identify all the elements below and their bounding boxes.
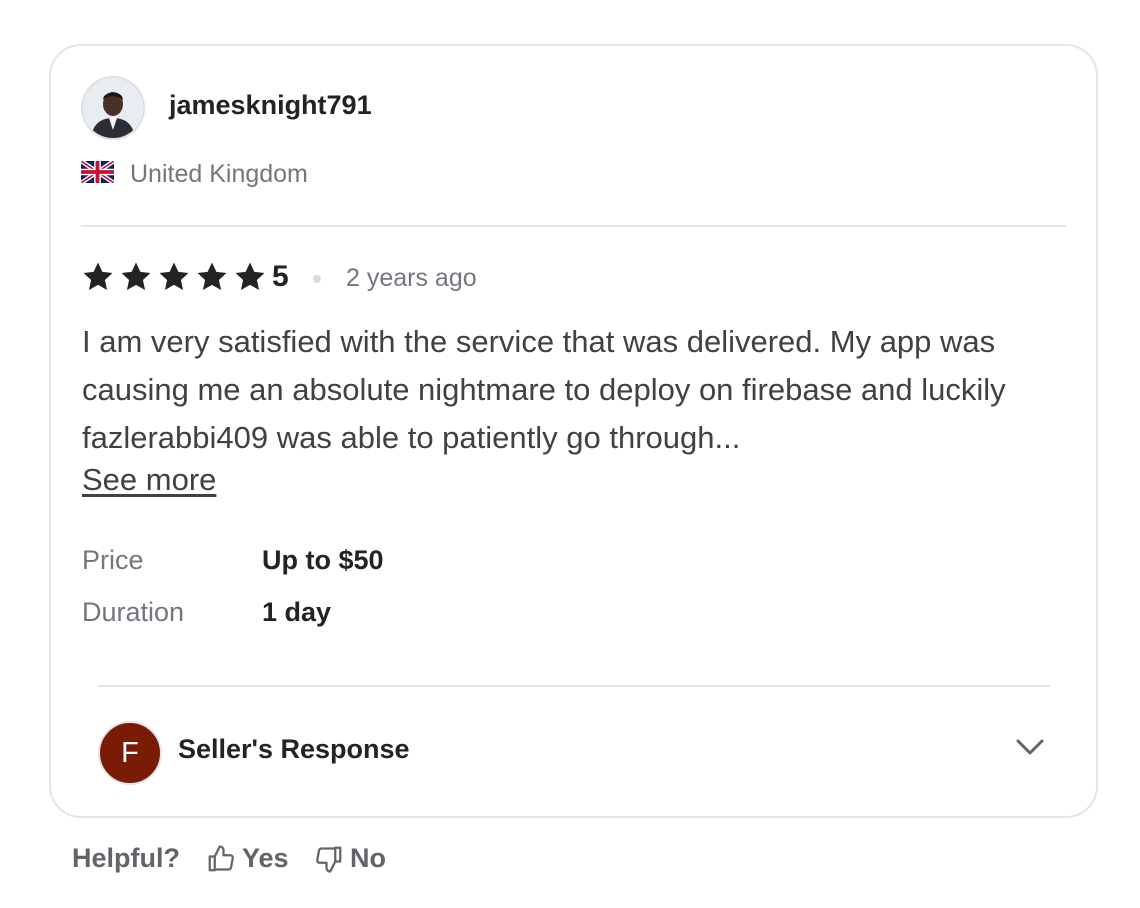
- no-label: No: [350, 843, 386, 873]
- divider: [81, 225, 1066, 227]
- star-icon: [83, 262, 113, 291]
- duration-label: Duration: [82, 597, 185, 627]
- review-text: I am very satisfied with the service tha…: [82, 324, 1006, 455]
- reviewer-country: United Kingdom: [130, 160, 308, 188]
- price-label: Price: [82, 545, 144, 575]
- review-time: 2 years ago: [346, 264, 477, 292]
- reviewer-avatar: [81, 76, 145, 140]
- thumbs-up-icon: [208, 844, 234, 871]
- rating-value: 5: [272, 260, 289, 293]
- seller-avatar-initial: F: [121, 736, 139, 769]
- star-icon: [197, 262, 227, 291]
- chevron-down-icon[interactable]: [1014, 733, 1046, 761]
- yes-label: Yes: [242, 843, 289, 873]
- helpful-yes-button[interactable]: Yes: [206, 843, 289, 874]
- separator-dot: [313, 275, 321, 283]
- duration-value: 1 day: [262, 597, 332, 627]
- star-rating: [81, 260, 267, 294]
- seller-response-toggle[interactable]: Seller's Response: [178, 734, 410, 765]
- star-icon: [121, 262, 151, 291]
- seller-avatar: F: [98, 721, 162, 785]
- helpful-label: Helpful?: [72, 843, 180, 873]
- divider: [98, 685, 1050, 687]
- helpful-no-button[interactable]: No: [314, 843, 386, 874]
- see-more-link[interactable]: See more: [82, 462, 216, 498]
- uk-flag-icon: [81, 160, 114, 184]
- star-icon: [159, 262, 189, 291]
- thumbs-down-icon: [316, 846, 342, 873]
- price-value: Up to $50: [262, 545, 384, 575]
- reviewer-username[interactable]: jamesknight791: [169, 90, 372, 121]
- star-icon: [235, 262, 265, 291]
